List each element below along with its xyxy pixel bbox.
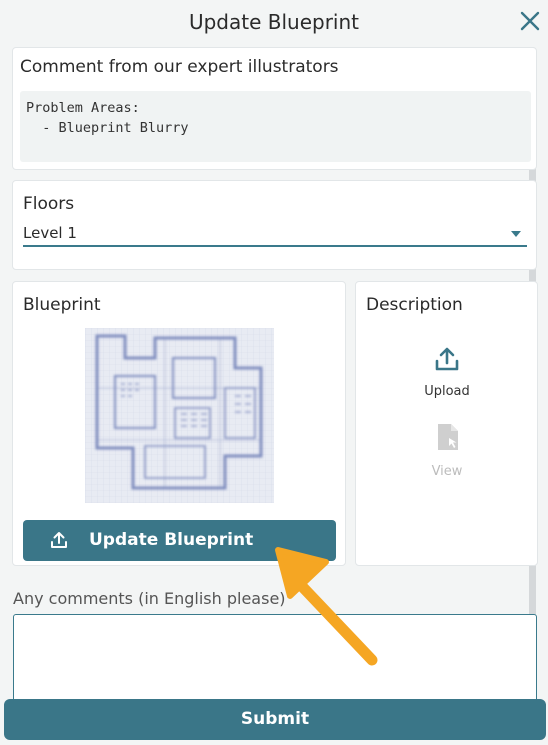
blueprint-thumbnail[interactable] (85, 328, 274, 503)
upload-description-button[interactable]: Upload (406, 342, 488, 402)
floors-card: Floors Level 1 (12, 180, 537, 270)
comments-label: Any comments (in English please) (13, 589, 286, 608)
update-blueprint-button[interactable]: Update Blueprint (23, 520, 336, 561)
floors-label: Floors (23, 194, 75, 214)
upload-icon (51, 532, 67, 548)
modal-header: Update Blueprint (0, 0, 548, 44)
floors-select[interactable]: Level 1 (23, 222, 527, 247)
expert-comment-text: Problem Areas: - Blueprint Blurry (20, 91, 531, 162)
close-icon[interactable] (518, 9, 542, 33)
description-label: Description (366, 295, 463, 315)
chevron-down-icon (511, 231, 521, 237)
upload-label: Upload (424, 384, 470, 399)
submit-button[interactable]: Submit (4, 699, 546, 740)
blueprint-card: Blueprint Update Blueprint (12, 281, 346, 566)
view-label: View (431, 464, 463, 479)
expert-comment-card: Comment from our expert illustrators Pro… (12, 47, 537, 170)
update-blueprint-button-label: Update Blueprint (89, 530, 254, 550)
document-view-icon (438, 424, 458, 450)
floors-selected-value: Level 1 (23, 224, 77, 242)
view-description-button[interactable]: View (406, 422, 488, 482)
description-card: Description Upload View (355, 281, 538, 566)
modal-title: Update Blueprint (188, 10, 360, 34)
upload-icon (435, 347, 459, 371)
blueprint-label: Blueprint (23, 295, 101, 315)
update-blueprint-modal: Update Blueprint Comment from our expert… (0, 0, 548, 745)
expert-comment-title: Comment from our expert illustrators (20, 57, 339, 77)
